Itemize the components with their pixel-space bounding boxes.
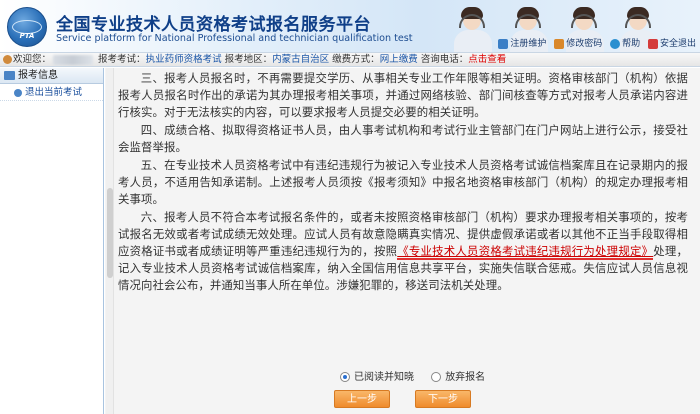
site-subtitle: Service platform for National Profession…: [56, 33, 413, 44]
help-link[interactable]: 帮助: [610, 36, 640, 49]
folder-icon: [4, 70, 15, 80]
sidebar: 报考信息 退出当前考试: [0, 68, 104, 414]
abandon-radio[interactable]: [431, 372, 442, 382]
agree-radio[interactable]: [340, 372, 350, 382]
next-button[interactable]: 下一步: [415, 390, 471, 408]
register-link[interactable]: 注册维护: [498, 36, 546, 49]
user-info-bar: 欢迎您： 报考考试：执业药师资格考试 报考地区：内蒙古自治区 缴费方式：网上缴费…: [0, 52, 700, 67]
notice-paragraph-4: 四、成绩合格、拟取得资格证书人员，由人事考试机构和考试行业主管部门在门户网站上进…: [118, 123, 688, 154]
scrollbar-thumb[interactable]: [107, 188, 113, 278]
operator-figure: [452, 6, 494, 52]
abandon-option[interactable]: 放弃报名: [431, 368, 485, 383]
notice-text: 三、报考人员报名时，不再需要提交学历、从事相关专业工作年限等相关证明。资格审核部…: [118, 70, 688, 295]
logout-link[interactable]: 安全退出: [647, 36, 696, 49]
region-label: 报考地区：: [224, 54, 273, 65]
header: PTA 全国专业技术人员资格考试报名服务平台 Service platform …: [0, 0, 700, 52]
bullet-icon: [14, 88, 22, 97]
top-links: 注册维护 修改密码 帮助 安全退出: [493, 36, 696, 49]
notice-paragraph-6: 六、报考人员不符合本考试报名条件的，或者未按照资格审核部门（机构）要求办理报考相…: [118, 210, 688, 292]
change-password-link[interactable]: 修改密码: [554, 36, 602, 49]
welcome-label: 欢迎您：: [13, 54, 52, 65]
notice-paragraph-3: 三、报考人员报名时，不再需要提交学历、从事相关专业工作年限等相关证明。资格审核部…: [118, 71, 688, 119]
site-title: 全国专业技术人员资格考试报名服务平台: [56, 15, 371, 35]
agreement-options: 已阅读并知晓 放弃报名: [340, 368, 499, 383]
redacted-username: [53, 54, 94, 65]
logo-text: PTA: [19, 32, 35, 40]
register-icon: [498, 38, 509, 49]
payment-method-value: 网上缴费: [379, 54, 418, 65]
content-scrollbar[interactable]: [106, 68, 114, 414]
notice-paragraph-5: 五、在专业技术人员资格考试中有违纪违规行为被记入专业技术人员资格考试诚信档案库且…: [118, 158, 688, 206]
prev-button[interactable]: 上一步: [334, 390, 390, 408]
payment-method-label: 缴费方式：: [332, 54, 380, 65]
logout-icon: [647, 38, 658, 49]
help-icon: [610, 38, 621, 49]
exam-label: 报考考试：: [98, 54, 146, 65]
phone-label: 咨询电话：: [420, 54, 469, 65]
exam-value: 执业药师资格考试: [145, 54, 222, 65]
region-value: 内蒙古自治区: [272, 54, 330, 65]
password-icon: [554, 38, 565, 49]
user-icon: [3, 55, 12, 64]
sidebar-header: 报考信息: [0, 68, 103, 84]
sidebar-item-exit-exam[interactable]: 退出当前考试: [0, 84, 103, 101]
agree-read-option[interactable]: 已阅读并知晓: [340, 368, 414, 383]
regulation-link[interactable]: 《专业技术人员资格考试违纪违规行为处理规定》: [397, 244, 654, 260]
phone-view-link[interactable]: 点击查看: [468, 54, 506, 65]
pta-logo: PTA: [7, 7, 47, 47]
